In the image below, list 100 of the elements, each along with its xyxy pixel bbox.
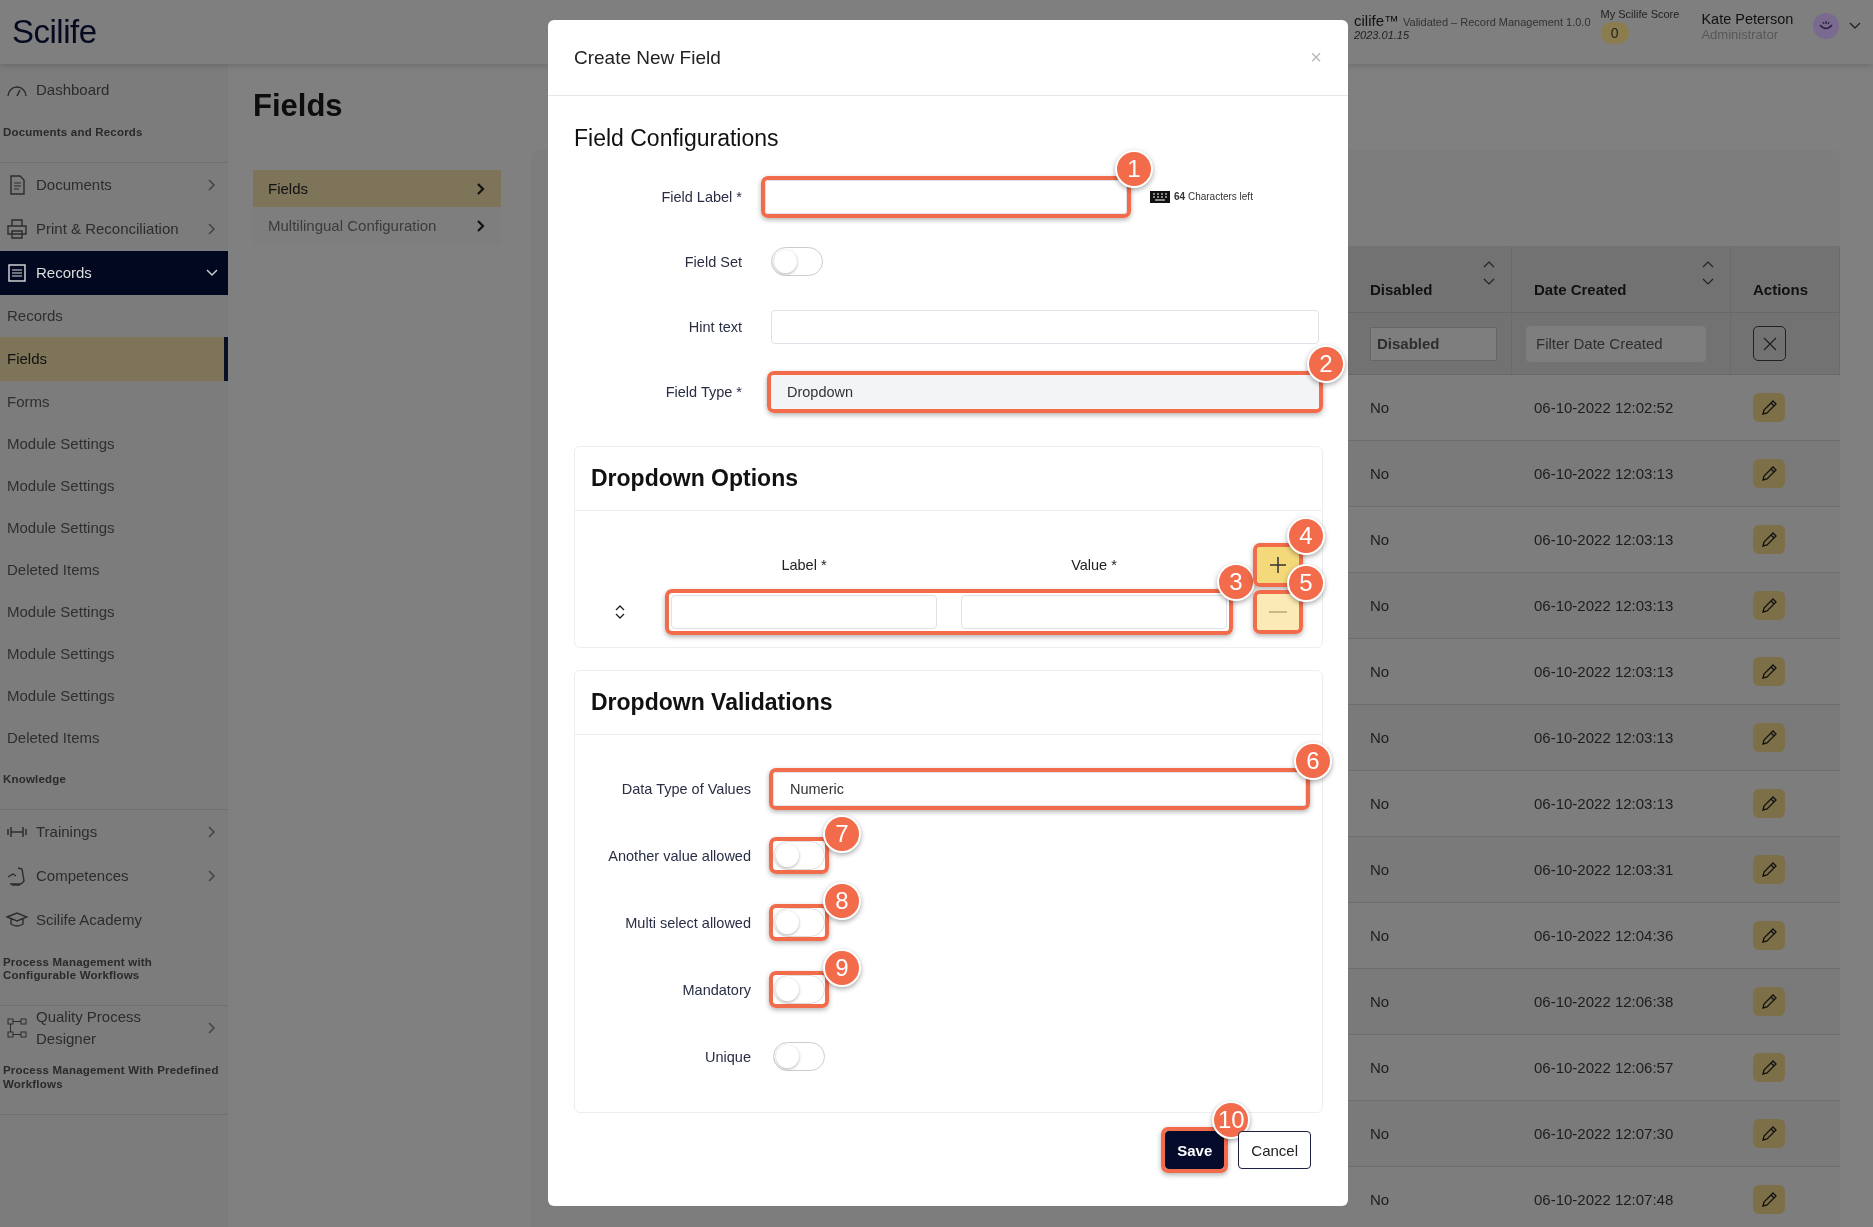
field-label: Hint text: [687, 318, 742, 335]
sidebar-subitem[interactable]: Deleted Items: [0, 716, 228, 759]
edit-button[interactable]: [1753, 657, 1785, 686]
table-cell: 06-10-2022 12:06:38: [1534, 993, 1674, 1010]
section-heading: Dropdown Options: [575, 447, 1322, 511]
table-cell: No: [1370, 795, 1390, 812]
table-cell: No: [1370, 531, 1390, 548]
sidebar-item[interactable]: Records: [0, 250, 228, 295]
dialog-title: Create New Field: [574, 46, 721, 69]
sidebar-subitem[interactable]: Forms: [0, 380, 228, 423]
callout-badge: 1: [1115, 149, 1153, 188]
sidebar-item[interactable]: Documents: [0, 162, 228, 207]
avatar-icon[interactable]: [1813, 13, 1840, 39]
edit-button[interactable]: [1753, 789, 1785, 818]
callout-badge: 10: [1212, 1101, 1251, 1139]
pencil-icon: [1760, 596, 1778, 615]
select-field[interactable]: Numeric: [773, 771, 1306, 806]
subnav-item[interactable]: Multilingual Configuration: [253, 207, 501, 244]
option-value-field[interactable]: [961, 595, 1227, 629]
page-title: Fields: [253, 88, 344, 124]
user-name: Kate Peterson: [1701, 10, 1794, 27]
text-field[interactable]: [771, 309, 1319, 344]
sidebar-subitem[interactable]: Deleted Items: [0, 548, 228, 591]
sort-icon[interactable]: [1483, 260, 1495, 286]
sidebar-subitem[interactable]: Fields: [0, 336, 228, 381]
section-heading: Field Configurations: [574, 125, 780, 152]
section-heading: Dropdown Validations: [575, 671, 1322, 735]
chevron-right-icon: [476, 218, 486, 233]
chevron-down-icon: [206, 266, 218, 279]
minus-icon: [1269, 611, 1287, 613]
filter-field[interactable]: Disabled: [1370, 326, 1497, 361]
toggle-switch[interactable]: [773, 1042, 825, 1071]
edit-button[interactable]: [1753, 987, 1785, 1016]
close-button[interactable]: ×: [1310, 46, 1322, 69]
sidebar-subitem[interactable]: Records: [0, 294, 228, 337]
character-counter: 64 Characters left: [1174, 191, 1253, 202]
edit-button[interactable]: [1753, 1053, 1785, 1082]
edit-button[interactable]: [1753, 855, 1785, 884]
keyboard-icon: [1149, 189, 1171, 204]
sidebar-subitem[interactable]: Module Settings: [0, 464, 228, 507]
column-header: Label *: [780, 557, 828, 573]
sidebar-item[interactable]: Print & Reconciliation: [0, 206, 228, 251]
column-header: Date Created: [1534, 281, 1627, 298]
table-cell: No: [1370, 597, 1390, 614]
sidebar-item[interactable]: Trainings: [0, 809, 228, 854]
edit-button[interactable]: [1753, 591, 1785, 620]
edit-button[interactable]: [1753, 459, 1785, 488]
chevron-right-icon: [206, 178, 218, 191]
sidebar-subitem[interactable]: Module Settings: [0, 590, 228, 633]
table-cell: No: [1370, 465, 1390, 482]
edit-button[interactable]: [1753, 1119, 1785, 1148]
pencil-icon: [1760, 398, 1778, 417]
clear-filter-button[interactable]: [1753, 326, 1786, 361]
reorder-icon[interactable]: [615, 604, 625, 620]
sort-icon[interactable]: [1702, 260, 1714, 286]
sidebar-subitem[interactable]: Module Settings: [0, 422, 228, 465]
pencil-icon: [1760, 530, 1778, 549]
table-cell: No: [1370, 663, 1390, 680]
table-cell: 06-10-2022 12:03:13: [1534, 597, 1674, 614]
sidebar-subitem[interactable]: Module Settings: [0, 506, 228, 549]
table-cell: 06-10-2022 12:03:13: [1534, 663, 1674, 680]
option-label-field[interactable]: [671, 595, 937, 629]
table-cell: 06-10-2022 12:03:13: [1534, 531, 1674, 548]
toggle-switch[interactable]: [771, 247, 823, 276]
sidebar-item[interactable]: Competences: [0, 853, 228, 898]
edit-button[interactable]: [1753, 1185, 1785, 1214]
close-icon: [1761, 335, 1778, 352]
table-cell: No: [1370, 1059, 1390, 1076]
field-label: Field Set: [683, 253, 742, 270]
table-cell: 06-10-2022 12:02:52: [1534, 399, 1674, 416]
add-option-button[interactable]: [1257, 547, 1299, 583]
filter-field[interactable]: Filter Date Created: [1526, 325, 1706, 362]
sidebar-subitem[interactable]: Module Settings: [0, 674, 228, 717]
edit-button[interactable]: [1753, 921, 1785, 950]
sidebar-item[interactable]: Quality Process Designer: [0, 1006, 228, 1051]
chevron-right-icon: [476, 181, 486, 196]
table-cell: 06-10-2022 12:03:13: [1534, 729, 1674, 746]
graduation-cap-icon: [6, 910, 28, 929]
cancel-button[interactable]: Cancel: [1238, 1131, 1311, 1169]
save-button[interactable]: Save: [1165, 1131, 1225, 1169]
sidebar-section-heading: Documents and Records: [0, 112, 228, 163]
pencil-icon: [1760, 1058, 1778, 1077]
sidebar-subitem[interactable]: Module Settings: [0, 632, 228, 675]
edit-button[interactable]: [1753, 393, 1785, 422]
callout-badge: 8: [823, 882, 861, 920]
chevron-right-icon: [206, 222, 218, 235]
column-header: Disabled: [1370, 281, 1433, 298]
app-logo[interactable]: Scilife: [12, 13, 97, 51]
select-field[interactable]: Dropdown: [771, 374, 1319, 409]
field-label: Unique: [704, 1048, 751, 1065]
chevron-down-icon[interactable]: [1849, 22, 1862, 30]
sidebar-section-heading: Process Management with Configurable Workflows: [0, 941, 228, 1007]
sidebar-item[interactable]: Dashboard: [0, 68, 228, 112]
callout-badge: 6: [1294, 741, 1332, 780]
edit-button[interactable]: [1753, 525, 1785, 554]
dumbbell-icon: [6, 824, 28, 839]
subnav-item[interactable]: Fields: [253, 170, 501, 207]
table-cell: 06-10-2022 12:04:36: [1534, 927, 1674, 944]
sidebar-item[interactable]: Scilife Academy: [0, 897, 228, 942]
edit-button[interactable]: [1753, 723, 1785, 752]
